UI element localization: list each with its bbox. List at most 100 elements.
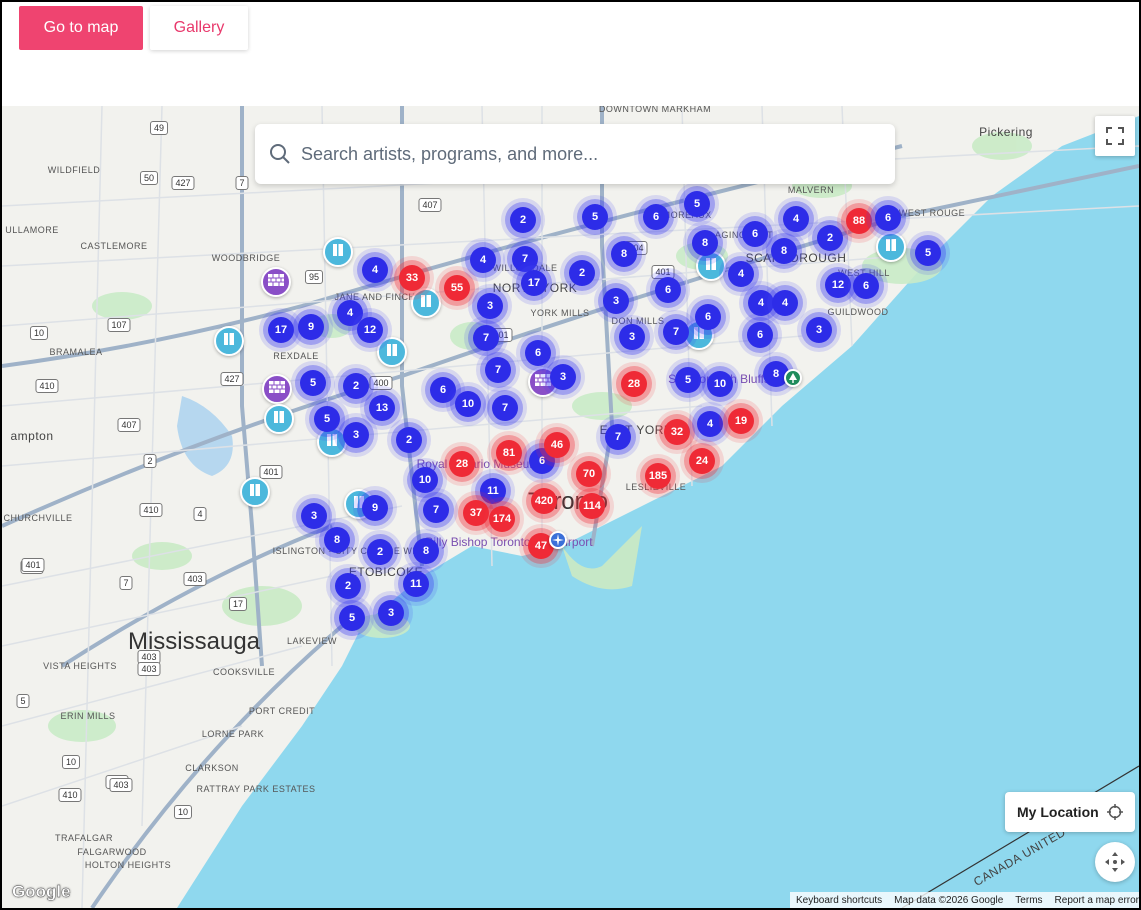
cluster-marker[interactable]: 7 xyxy=(485,357,511,383)
cluster-marker[interactable]: 7 xyxy=(473,325,499,351)
cluster-marker[interactable]: 6 xyxy=(747,322,773,348)
map-pan-control[interactable] xyxy=(1095,842,1135,882)
cluster-marker[interactable]: 2 xyxy=(817,225,843,251)
cluster-marker[interactable]: 6 xyxy=(853,273,879,299)
cluster-marker[interactable]: 2 xyxy=(335,573,361,599)
cluster-marker[interactable]: 19 xyxy=(728,408,754,434)
fullscreen-button[interactable] xyxy=(1095,116,1135,156)
cluster-marker[interactable]: 32 xyxy=(664,419,690,445)
cluster-marker[interactable]: 4 xyxy=(783,206,809,232)
cluster-marker[interactable]: 9 xyxy=(362,495,388,521)
cluster-marker[interactable]: 2 xyxy=(396,427,422,453)
cluster-marker[interactable]: 4 xyxy=(470,247,496,273)
cluster-marker[interactable]: 7 xyxy=(512,246,538,272)
cluster-marker[interactable]: 33 xyxy=(399,265,425,291)
cluster-marker[interactable]: 8 xyxy=(692,230,718,256)
cluster-marker[interactable]: 17 xyxy=(521,270,547,296)
cluster-marker[interactable]: 6 xyxy=(525,340,551,366)
cluster-marker[interactable]: 4 xyxy=(748,290,774,316)
my-location-button[interactable]: My Location xyxy=(1005,792,1135,832)
cluster-marker[interactable]: 3 xyxy=(343,422,369,448)
airport-icon[interactable] xyxy=(549,531,567,549)
cluster-marker[interactable]: 2 xyxy=(367,539,393,565)
library-pin[interactable] xyxy=(411,288,441,318)
cluster-marker[interactable]: 9 xyxy=(298,314,324,340)
cluster-marker[interactable]: 12 xyxy=(825,272,851,298)
library-pin[interactable] xyxy=(214,326,244,356)
cluster-marker[interactable]: 4 xyxy=(728,261,754,287)
cluster-marker[interactable]: 5 xyxy=(582,204,608,230)
cluster-marker[interactable]: 3 xyxy=(603,288,629,314)
cluster-marker[interactable]: 2 xyxy=(343,373,369,399)
cluster-marker[interactable]: 6 xyxy=(695,304,721,330)
cluster-marker[interactable]: 37 xyxy=(463,500,489,526)
go-to-map-button[interactable]: Go to map xyxy=(19,6,143,50)
park-pin-icon[interactable] xyxy=(784,369,802,387)
cluster-marker[interactable]: 88 xyxy=(846,208,872,234)
cluster-marker[interactable]: 7 xyxy=(423,497,449,523)
cluster-marker[interactable]: 3 xyxy=(301,503,327,529)
cluster-marker[interactable]: 185 xyxy=(645,463,671,489)
cluster-marker[interactable]: 81 xyxy=(496,440,522,466)
cluster-marker[interactable]: 5 xyxy=(915,240,941,266)
cluster-marker[interactable]: 11 xyxy=(403,571,429,597)
cluster-marker[interactable]: 8 xyxy=(611,241,637,267)
cluster-marker[interactable]: 7 xyxy=(663,319,689,345)
cluster-marker[interactable]: 4 xyxy=(697,411,723,437)
cluster-marker[interactable]: 10 xyxy=(412,467,438,493)
mural-pin[interactable] xyxy=(262,374,292,404)
cluster-marker[interactable]: 4 xyxy=(362,257,388,283)
cluster-marker[interactable]: 28 xyxy=(449,451,475,477)
keyboard-shortcuts-link[interactable]: Keyboard shortcuts xyxy=(790,895,888,906)
cluster-marker[interactable]: 5 xyxy=(684,191,710,217)
cluster-marker[interactable]: 3 xyxy=(619,324,645,350)
library-pin[interactable] xyxy=(240,477,270,507)
cluster-marker[interactable]: 5 xyxy=(300,370,326,396)
cluster-marker[interactable]: 5 xyxy=(339,605,365,631)
library-pin[interactable] xyxy=(323,237,353,267)
cluster-marker[interactable]: 6 xyxy=(875,205,901,231)
library-pin[interactable] xyxy=(264,404,294,434)
cluster-marker[interactable]: 114 xyxy=(579,493,605,519)
cluster-marker[interactable]: 8 xyxy=(324,527,350,553)
gallery-button[interactable]: Gallery xyxy=(150,6,248,50)
cluster-marker[interactable]: 3 xyxy=(806,317,832,343)
cluster-marker[interactable]: 10 xyxy=(455,391,481,417)
cluster-marker[interactable]: 11 xyxy=(480,478,506,504)
cluster-marker[interactable]: 420 xyxy=(531,488,557,514)
cluster-marker[interactable]: 24 xyxy=(689,448,715,474)
cluster-marker[interactable]: 6 xyxy=(655,277,681,303)
library-pin[interactable] xyxy=(377,337,407,367)
cluster-marker[interactable]: 12 xyxy=(357,317,383,343)
cluster-marker[interactable]: 70 xyxy=(576,461,602,487)
cluster-marker[interactable]: 3 xyxy=(378,600,404,626)
map-canvas[interactable]: 49 427 50 7 407 95 107 410 427 401 407 403 403 10 17 5 4… xyxy=(2,106,1139,908)
search-bar[interactable] xyxy=(255,124,895,184)
cluster-marker[interactable]: 2 xyxy=(569,260,595,286)
cluster-marker[interactable]: 46 xyxy=(544,432,570,458)
cluster-marker[interactable]: 5 xyxy=(314,406,340,432)
mural-pin[interactable] xyxy=(261,267,291,297)
cluster-marker[interactable]: 7 xyxy=(492,395,518,421)
cluster-marker[interactable]: 2 xyxy=(510,207,536,233)
cluster-marker[interactable]: 8 xyxy=(413,538,439,564)
cluster-marker[interactable]: 55 xyxy=(444,275,470,301)
library-pin[interactable] xyxy=(876,232,906,262)
cluster-marker[interactable]: 17 xyxy=(268,317,294,343)
cluster-marker[interactable]: 6 xyxy=(643,204,669,230)
terms-link[interactable]: Terms xyxy=(1009,895,1048,906)
cluster-marker[interactable]: 10 xyxy=(707,371,733,397)
cluster-marker[interactable]: 5 xyxy=(675,367,701,393)
cluster-marker[interactable]: 28 xyxy=(621,371,647,397)
cluster-marker[interactable]: 3 xyxy=(477,293,503,319)
cluster-marker[interactable]: 6 xyxy=(742,221,768,247)
search-input[interactable] xyxy=(301,143,861,165)
cluster-marker[interactable]: 6 xyxy=(430,377,456,403)
cluster-marker[interactable]: 4 xyxy=(772,290,798,316)
cluster-marker[interactable]: 13 xyxy=(369,395,395,421)
cluster-marker[interactable]: 174 xyxy=(489,506,515,532)
cluster-marker[interactable]: 7 xyxy=(605,424,631,450)
cluster-marker[interactable]: 8 xyxy=(771,238,797,264)
report-error-link[interactable]: Report a map error xyxy=(1049,895,1139,906)
cluster-marker[interactable]: 3 xyxy=(550,364,576,390)
